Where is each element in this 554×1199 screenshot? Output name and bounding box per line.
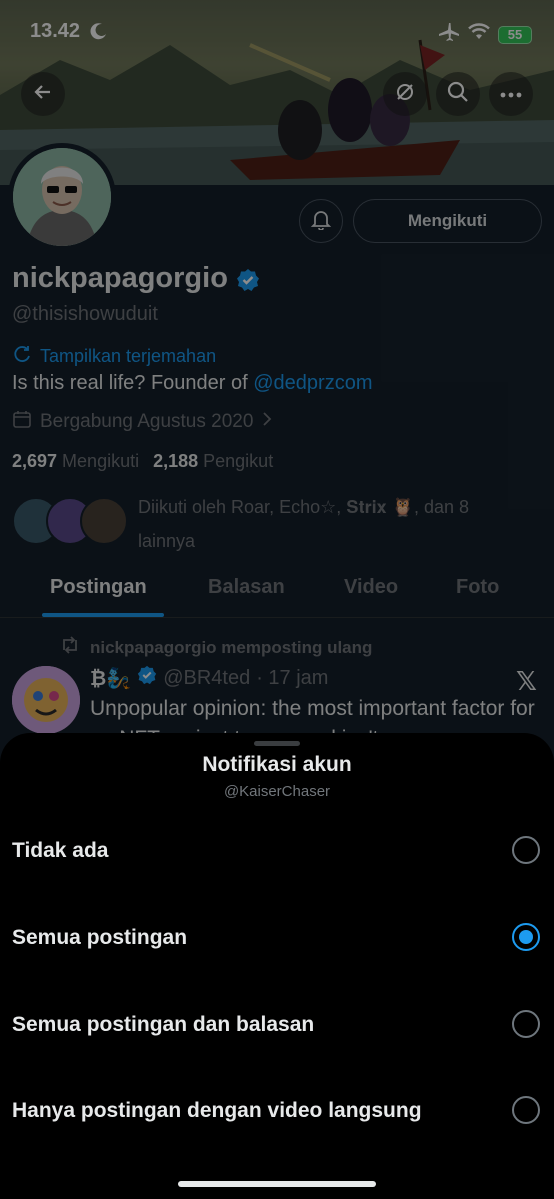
option-label: Semua postingan [12, 926, 188, 949]
notification-settings-sheet: Notifikasi akun @KaiserChaser Tidak ada … [0, 733, 554, 1199]
sheet-title: Notifikasi akun [202, 753, 352, 776]
option-label: Tidak ada [12, 839, 109, 862]
option-label: Semua postingan dan balasan [12, 1013, 315, 1036]
radio-button-selected[interactable] [512, 923, 540, 951]
home-indicator[interactable] [178, 1181, 376, 1187]
radio-button[interactable] [512, 1096, 540, 1124]
option-semua-postingan[interactable]: Semua postingan [0, 906, 554, 970]
option-label: Hanya postingan dengan video langsung [12, 1099, 422, 1122]
option-semua-postingan-dan-balasan[interactable]: Semua postingan dan balasan [0, 993, 554, 1057]
option-tidak-ada[interactable]: Tidak ada [0, 819, 554, 883]
option-video-langsung[interactable]: Hanya postingan dengan video langsung [0, 1079, 554, 1143]
radio-button[interactable] [512, 1010, 540, 1038]
sheet-subtitle: @KaiserChaser [223, 783, 331, 800]
sheet-grabber[interactable] [254, 741, 300, 746]
radio-button[interactable] [512, 836, 540, 864]
